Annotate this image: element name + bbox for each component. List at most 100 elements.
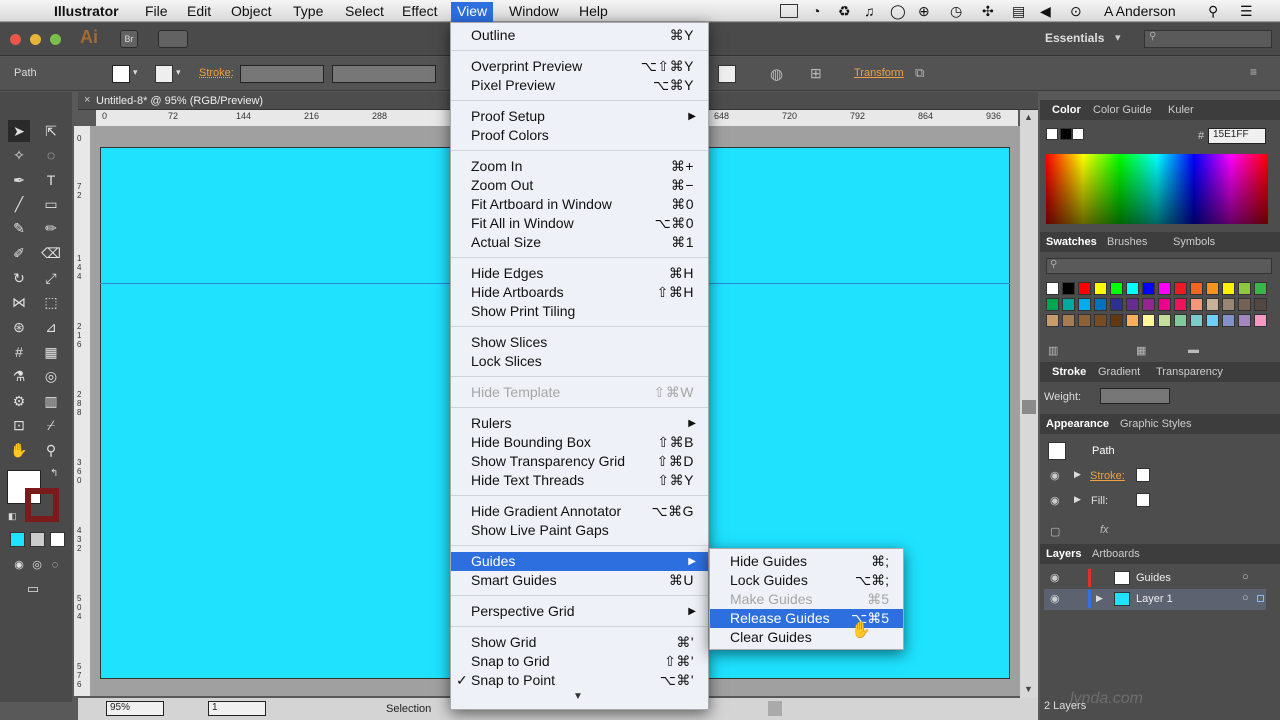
- menu-select[interactable]: Select: [345, 2, 384, 22]
- swatch[interactable]: [1206, 282, 1219, 295]
- swatch[interactable]: [1094, 314, 1107, 327]
- swatch[interactable]: [1062, 314, 1075, 327]
- artboard-number-field[interactable]: 1: [208, 701, 266, 716]
- swatch-grid[interactable]: [1046, 282, 1270, 338]
- view-menu-item-hide-text-threads[interactable]: Hide Text Threads ⇧⌘Y: [451, 471, 708, 490]
- bluetooth-icon[interactable]: ✣: [982, 2, 994, 22]
- swap-colors-icon[interactable]: ↰: [50, 468, 58, 479]
- layer-name[interactable]: Layer 1: [1136, 593, 1173, 605]
- line-tool-icon[interactable]: ╱: [8, 193, 30, 215]
- type-tool-icon[interactable]: T: [40, 169, 62, 191]
- view-menu-item-hide-edges[interactable]: Hide Edges ⌘H: [451, 264, 708, 283]
- view-menu-item-outline[interactable]: Outline ⌘Y: [451, 26, 708, 45]
- zoom-tool-icon[interactable]: ⚲: [40, 439, 62, 461]
- scroll-thumb[interactable]: [1022, 400, 1036, 414]
- sync-icon[interactable]: ♻: [838, 2, 851, 22]
- swatch[interactable]: [1238, 298, 1251, 311]
- swatch[interactable]: [1254, 282, 1267, 295]
- view-menu-item-show-live-paint-gaps[interactable]: Show Live Paint Gaps: [451, 521, 708, 540]
- chat-icon[interactable]: ◯: [890, 2, 906, 22]
- list-icon[interactable]: ☰: [1240, 2, 1253, 22]
- swatch[interactable]: [1222, 314, 1235, 327]
- blob-brush-tool-icon[interactable]: ✐: [8, 242, 30, 264]
- view-menu-item-hide-gradient-annotator[interactable]: Hide Gradient Annotator ⌥⌘G: [451, 502, 708, 521]
- swatch[interactable]: [1254, 314, 1267, 327]
- menu-edit[interactable]: Edit: [187, 2, 211, 22]
- user-name[interactable]: A Anderson: [1104, 2, 1176, 22]
- gradient-tool-icon[interactable]: ▦: [40, 341, 62, 363]
- view-menu-item-zoom-out[interactable]: Zoom Out ⌘−: [451, 176, 708, 195]
- bridge-button[interactable]: Br: [120, 30, 138, 48]
- view-menu-item-fit-artboard-in-window[interactable]: Fit Artboard in Window ⌘0: [451, 195, 708, 214]
- color-mode-button[interactable]: [10, 532, 25, 547]
- swatch[interactable]: [1190, 282, 1203, 295]
- tab-gradient[interactable]: Gradient: [1098, 366, 1140, 378]
- swatch[interactable]: [1078, 314, 1091, 327]
- tab-appearance[interactable]: Appearance: [1046, 418, 1109, 430]
- view-menu-item-pixel-preview[interactable]: Pixel Preview ⌥⌘Y: [451, 76, 708, 95]
- swatch[interactable]: [1094, 298, 1107, 311]
- menu-file[interactable]: File: [145, 2, 168, 22]
- appearance-stroke-swatch[interactable]: [1136, 468, 1150, 482]
- arrange-documents-button[interactable]: [158, 30, 188, 48]
- add-stroke-icon[interactable]: ▢: [1050, 525, 1060, 538]
- swatch[interactable]: [1046, 298, 1059, 311]
- transform-link[interactable]: Transform: [854, 67, 904, 79]
- tab-stroke[interactable]: Stroke: [1052, 366, 1086, 378]
- view-menu-item-fit-all-in-window[interactable]: Fit All in Window ⌥⌘0: [451, 214, 708, 233]
- appearance-fill-label[interactable]: Fill:: [1091, 495, 1108, 507]
- menu-window[interactable]: Window: [509, 2, 559, 22]
- eye-icon[interactable]: ◉: [1050, 494, 1060, 507]
- guides-menu-item-hide-guides[interactable]: Hide Guides ⌘;: [710, 552, 903, 571]
- selection-tool-icon[interactable]: ➤: [8, 120, 30, 142]
- swatch[interactable]: [1126, 314, 1139, 327]
- swatch[interactable]: [1254, 298, 1267, 311]
- swatch[interactable]: [1078, 298, 1091, 311]
- layer-name[interactable]: Guides: [1136, 572, 1171, 584]
- swatch[interactable]: [1110, 298, 1123, 311]
- color-white-swatch[interactable]: [1072, 128, 1084, 140]
- swatch[interactable]: [1046, 314, 1059, 327]
- workspace-switcher[interactable]: Essentials: [1045, 31, 1104, 45]
- direct-selection-tool-icon[interactable]: ⇱: [40, 120, 62, 142]
- eye-icon[interactable]: ◉: [1050, 571, 1060, 584]
- view-menu-item-show-slices[interactable]: Show Slices: [451, 333, 708, 352]
- view-menu-item-smart-guides[interactable]: Smart Guides ⌘U: [451, 571, 708, 590]
- recolor-icon[interactable]: ◍: [770, 65, 783, 83]
- fill-dropdown-icon[interactable]: ▾: [133, 67, 138, 78]
- shape-builder-tool-icon[interactable]: ⊛: [8, 316, 30, 338]
- status-text[interactable]: Selection: [386, 703, 431, 715]
- style-swatch[interactable]: [718, 65, 736, 83]
- view-menu-item-snap-to-grid[interactable]: Snap to Grid ⇧⌘': [451, 652, 708, 671]
- swatch[interactable]: [1062, 298, 1075, 311]
- tab-brushes[interactable]: Brushes: [1107, 236, 1147, 248]
- pencil-tool-icon[interactable]: ✏: [40, 217, 62, 239]
- view-menu-item-show-transparency-grid[interactable]: Show Transparency Grid ⇧⌘D: [451, 452, 708, 471]
- color-none-swatch[interactable]: [1046, 128, 1058, 140]
- tab-graphic-styles[interactable]: Graphic Styles: [1120, 418, 1192, 430]
- tab-kuler[interactable]: Kuler: [1168, 104, 1194, 116]
- swatch-search-field[interactable]: ⚲: [1046, 258, 1272, 274]
- guides-menu-item-lock-guides[interactable]: Lock Guides ⌥⌘;: [710, 571, 903, 590]
- stroke-weight-field[interactable]: [240, 65, 324, 83]
- accessibility-icon[interactable]: ⊕: [918, 2, 930, 22]
- tab-transparency[interactable]: Transparency: [1156, 366, 1223, 378]
- menu-object[interactable]: Object: [231, 2, 271, 22]
- swatch[interactable]: [1174, 298, 1187, 311]
- swatch[interactable]: [1190, 298, 1203, 311]
- swatch[interactable]: [1222, 298, 1235, 311]
- swatch[interactable]: [1158, 282, 1171, 295]
- gradient-mode-button[interactable]: [30, 532, 45, 547]
- weight-field[interactable]: [1100, 388, 1170, 404]
- selection-indicator[interactable]: [1257, 595, 1264, 602]
- close-tab-icon[interactable]: ×: [84, 94, 90, 106]
- flag-icon[interactable]: ▤: [1012, 2, 1025, 22]
- align-icon[interactable]: ⊞: [810, 65, 822, 82]
- swatch[interactable]: [1046, 282, 1059, 295]
- stroke-dropdown-icon[interactable]: ▾: [176, 67, 181, 78]
- swatch[interactable]: [1206, 298, 1219, 311]
- view-menu-item-hide-bounding-box[interactable]: Hide Bounding Box ⇧⌘B: [451, 433, 708, 452]
- tab-artboards[interactable]: Artboards: [1092, 548, 1140, 560]
- target-icon[interactable]: ○: [1242, 592, 1249, 604]
- swatch-library-icon[interactable]: ▥: [1048, 344, 1058, 357]
